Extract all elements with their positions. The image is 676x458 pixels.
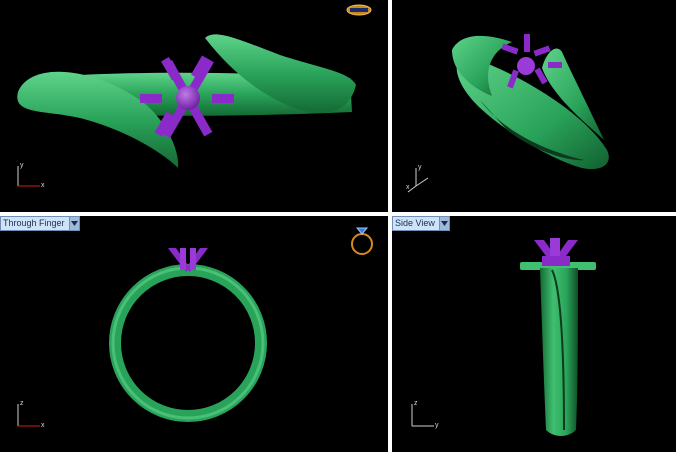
axis-label-horizontal: x	[41, 182, 45, 189]
axis-label-vertical: z	[20, 400, 24, 407]
viewport-through-finger[interactable]: Through Finger z x	[0, 216, 388, 452]
axis-label-vertical: z	[414, 400, 418, 407]
bottom-separator	[0, 452, 676, 458]
viewport-perspective[interactable]: y x	[392, 0, 676, 212]
axis-label-horizontal: y	[435, 422, 439, 429]
axis-label-vertical: y	[20, 162, 24, 169]
axis-indicator: z y	[404, 396, 444, 434]
viewport-label-text: Through Finger	[3, 218, 65, 228]
brand-logo-icon	[346, 3, 372, 16]
ring-icon	[348, 222, 376, 258]
viewport-top[interactable]: y x	[0, 0, 388, 212]
ring-front-render	[109, 248, 267, 422]
chevron-down-icon[interactable]	[438, 217, 449, 230]
axis-indicator: y x	[12, 158, 52, 196]
viewport-label-text: Side View	[395, 218, 435, 228]
axis-indicator: z x	[12, 396, 52, 434]
viewport-label-side-view[interactable]: Side View	[392, 216, 450, 231]
axis-indicator: y x	[404, 160, 444, 198]
prong-setting	[534, 238, 578, 266]
axis-label-horizontal: x	[41, 422, 45, 429]
ring-top-render	[17, 34, 356, 168]
viewport-label-through-finger[interactable]: Through Finger	[0, 216, 80, 231]
axis-label-vertical: y	[418, 164, 422, 171]
chevron-down-icon[interactable]	[68, 217, 79, 230]
axis-label-horizontal: x	[406, 184, 410, 191]
viewport-side-view[interactable]: Side View z y	[392, 216, 676, 452]
